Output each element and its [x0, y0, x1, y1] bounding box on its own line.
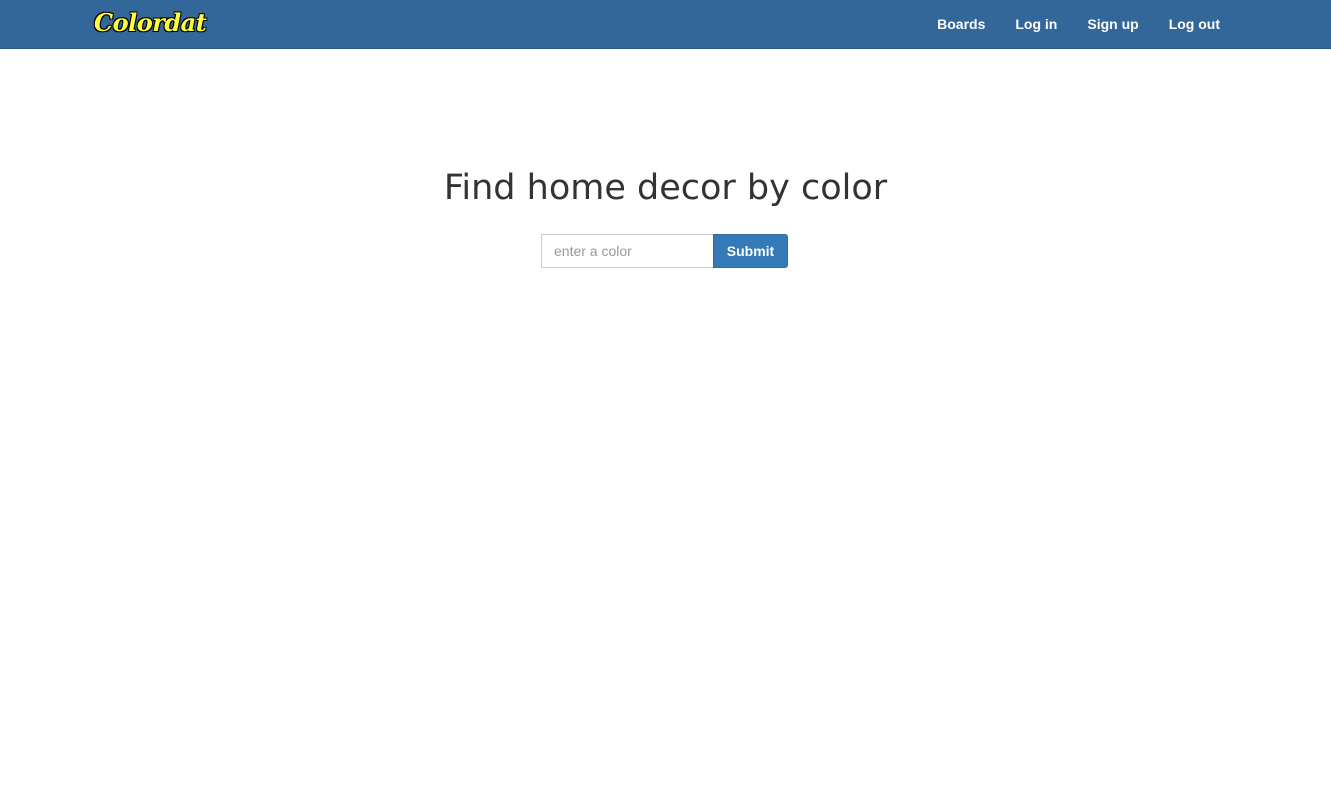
nav-link-log-in[interactable]: Log in [1015, 16, 1057, 32]
nav-links: Boards Log in Sign up Log out [907, 0, 1220, 48]
color-search-form: Submit [541, 234, 788, 268]
submit-button[interactable]: Submit [713, 234, 788, 268]
nav-link-boards[interactable]: Boards [937, 16, 985, 32]
brand-logo[interactable]: Colordat [94, 7, 207, 39]
nav-link-sign-up[interactable]: Sign up [1087, 16, 1138, 32]
top-navbar: Colordat Boards Log in Sign up Log out [0, 0, 1331, 49]
nav-link-log-out[interactable]: Log out [1169, 16, 1220, 32]
page-title: Find home decor by color [443, 168, 888, 208]
color-search-input[interactable] [541, 234, 713, 268]
